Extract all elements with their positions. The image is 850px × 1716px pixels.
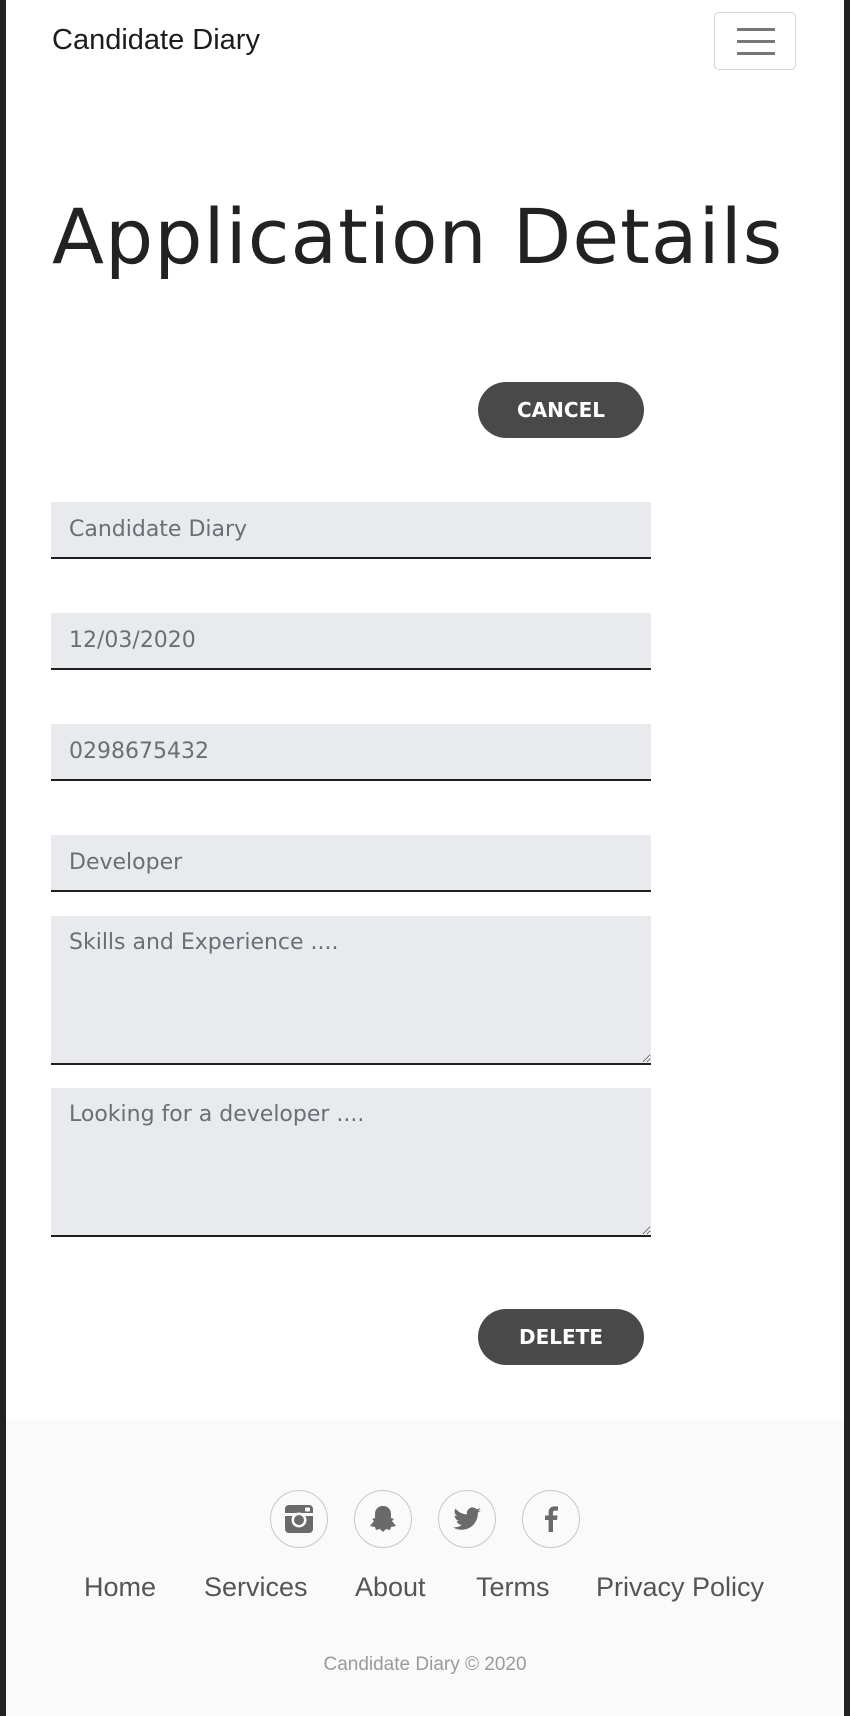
facebook-link[interactable] <box>522 1490 580 1548</box>
brand-link[interactable]: Candidate Diary <box>52 24 260 57</box>
date-input[interactable] <box>51 613 651 670</box>
phone-input[interactable] <box>51 724 651 781</box>
footer-link-about[interactable]: About <box>355 1572 426 1603</box>
footer-link-privacy-policy[interactable]: Privacy Policy <box>596 1572 764 1603</box>
menu-toggle-button[interactable] <box>714 12 796 70</box>
cancel-button[interactable]: CANCEL <box>478 382 644 438</box>
snapchat-link[interactable] <box>354 1490 412 1548</box>
copyright-text: Candidate Diary © 2020 <box>323 1654 527 1675</box>
notes-textarea[interactable] <box>51 1088 651 1237</box>
twitter-link[interactable] <box>438 1490 496 1548</box>
snapchat-icon <box>370 1506 396 1532</box>
page-frame: Candidate Diary Application Details CANC… <box>6 0 844 1716</box>
instagram-icon <box>285 1505 313 1533</box>
navbar: Candidate Diary <box>6 0 844 90</box>
footer-links: Home Services About Terms Privacy Policy <box>6 1572 844 1608</box>
twitter-icon <box>453 1507 481 1530</box>
footer-link-home[interactable]: Home <box>84 1572 156 1603</box>
delete-button[interactable]: DELETE <box>478 1309 644 1365</box>
footer-link-services[interactable]: Services <box>204 1572 308 1603</box>
role-input[interactable] <box>51 835 651 892</box>
footer-link-terms[interactable]: Terms <box>476 1572 550 1603</box>
footer: Home Services About Terms Privacy Policy… <box>6 1420 844 1716</box>
instagram-link[interactable] <box>270 1490 328 1548</box>
skills-textarea[interactable] <box>51 916 651 1065</box>
company-input[interactable] <box>51 502 651 559</box>
page-title: Application Details <box>52 192 784 281</box>
facebook-icon <box>545 1506 558 1532</box>
